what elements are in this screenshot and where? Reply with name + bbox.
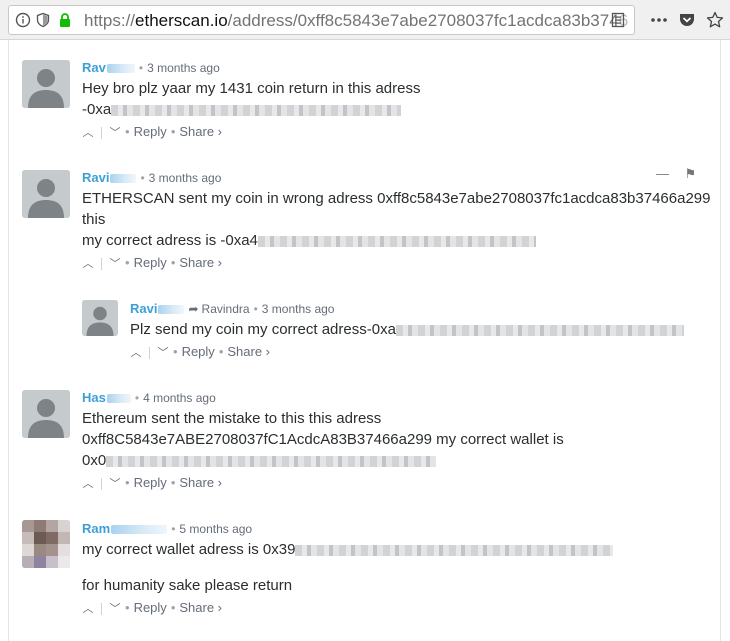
timestamp[interactable]: 3 months ago: [149, 171, 222, 185]
timestamp[interactable]: 4 months ago: [143, 391, 216, 405]
share-button[interactable]: Share ›: [179, 255, 222, 270]
comment-body: ETHERSCAN sent my coin in wrong adress 0…: [82, 188, 710, 251]
chevron-down-icon[interactable]: ﹀: [109, 255, 121, 271]
comment-body: Ethereum sent the mistake to this this a…: [82, 408, 564, 471]
timestamp[interactable]: 3 months ago: [262, 302, 335, 316]
redacted-address: [295, 544, 614, 556]
share-button[interactable]: Share ›: [179, 124, 222, 139]
address-bar[interactable]: https://etherscan.io/address/0xff8c5843e…: [8, 5, 635, 35]
comment-text: my correct adress is -0xa4: [82, 232, 258, 249]
comment-meta: Ram • 5 months ago: [82, 521, 253, 536]
bookmark-star-icon[interactable]: [706, 11, 724, 29]
info-icon[interactable]: [15, 12, 31, 28]
page-actions-menu-icon[interactable]: [650, 11, 668, 29]
tracking-shield-icon[interactable]: [35, 12, 51, 28]
reply-arrow-icon: ➦: [188, 302, 199, 316]
comment-tools: — ⚑: [656, 166, 696, 182]
chevron-down-icon[interactable]: ﹀: [109, 475, 121, 491]
comment-actions: ︿ ﹀ • Reply • Share ›: [82, 124, 223, 140]
comment-text: -0xa: [82, 101, 112, 118]
browser-toolbar: https://etherscan.io/address/0xff8c5843e…: [0, 0, 730, 40]
comment-actions: ︿ ﹀ • Reply • Share ›: [82, 255, 223, 271]
comment-meta: Ravi ➦ Ravindra • 3 months ago: [130, 301, 335, 316]
avatar[interactable]: [22, 390, 70, 438]
redacted-address: [111, 104, 402, 116]
reply-button[interactable]: Reply: [134, 124, 167, 139]
redacted-name: [111, 525, 168, 535]
redacted-address: [106, 455, 437, 467]
comment-meta: Has • 4 months ago: [82, 390, 216, 405]
url-text[interactable]: https://etherscan.io/address/0xff8c5843e…: [84, 11, 628, 31]
chevron-up-icon[interactable]: ︿: [130, 344, 142, 360]
author-name[interactable]: Has: [82, 390, 106, 405]
comment-text: this: [82, 211, 106, 228]
comment-text: 0x0: [82, 452, 107, 469]
reply-button[interactable]: Reply: [134, 475, 167, 490]
reply-button[interactable]: Reply: [134, 255, 167, 270]
lock-icon[interactable]: [57, 12, 73, 28]
comment-text: Plz send my coin my correct adress-0xa: [130, 321, 396, 338]
chevron-up-icon[interactable]: ︿: [82, 600, 94, 616]
share-button[interactable]: Share ›: [179, 600, 222, 615]
redacted-address: [395, 324, 684, 336]
comment-actions: ︿ ﹀ • Reply • Share ›: [130, 344, 271, 360]
share-button[interactable]: Share ›: [179, 475, 222, 490]
comment-meta: Ravi • 3 months ago: [82, 170, 222, 185]
comment-body: my correct wallet adress is 0x39: [82, 539, 614, 560]
comment-body: Hey bro plz yaar my 1431 coin return in …: [82, 78, 421, 120]
comment-text: my correct wallet adress is 0x39: [82, 541, 296, 558]
chevron-up-icon[interactable]: ︿: [82, 124, 94, 140]
pocket-icon[interactable]: [678, 11, 696, 29]
comment-body: for humanity sake please return: [82, 575, 292, 596]
author-name[interactable]: Ravi: [130, 301, 157, 316]
avatar[interactable]: [82, 300, 118, 336]
comment-text: for humanity sake please return: [82, 577, 293, 594]
comment-text: Hey bro plz yaar my 1431 coin return in …: [82, 80, 421, 97]
timestamp[interactable]: 3 months ago: [147, 61, 220, 75]
redacted-name: [106, 394, 131, 404]
author-name[interactable]: Rav: [82, 60, 106, 75]
comment-meta: Rav • 3 months ago: [82, 60, 220, 75]
comment-actions: ︿ ﹀ • Reply • Share ›: [82, 475, 223, 491]
avatar[interactable]: [22, 520, 70, 568]
share-button[interactable]: Share ›: [227, 344, 270, 359]
collapse-button[interactable]: —: [656, 166, 669, 181]
chevron-up-icon[interactable]: ︿: [82, 475, 94, 491]
comment-body: Plz send my coin my correct adress-0xa: [130, 319, 684, 340]
author-name[interactable]: Ravi: [82, 170, 109, 185]
comment-text: 0xff8C5843e7ABE2708037fC1AcdcA83B37466a2…: [82, 431, 564, 448]
flag-icon[interactable]: ⚑: [685, 166, 697, 181]
redacted-address: [257, 235, 536, 247]
redacted-name: [106, 64, 135, 74]
author-name[interactable]: Ram: [82, 521, 110, 536]
comment-text: Ethereum sent the mistake to this this a…: [82, 410, 382, 427]
chevron-down-icon[interactable]: ﹀: [109, 600, 121, 616]
reply-button[interactable]: Reply: [134, 600, 167, 615]
timestamp[interactable]: 5 months ago: [179, 522, 252, 536]
reader-view-icon[interactable]: [610, 12, 626, 28]
reply-to-name[interactable]: Ravindra: [202, 302, 250, 316]
reply-button[interactable]: Reply: [182, 344, 215, 359]
avatar[interactable]: [22, 60, 70, 108]
chevron-down-icon[interactable]: ﹀: [109, 124, 121, 140]
redacted-name: [158, 305, 185, 315]
avatar[interactable]: [22, 170, 70, 218]
comment-actions: ︿ ﹀ • Reply • Share ›: [82, 600, 223, 616]
comment-text: ETHERSCAN sent my coin in wrong adress 0…: [82, 190, 711, 207]
redacted-name: [110, 174, 137, 184]
chevron-up-icon[interactable]: ︿: [82, 255, 94, 271]
chevron-down-icon[interactable]: ﹀: [157, 344, 169, 360]
